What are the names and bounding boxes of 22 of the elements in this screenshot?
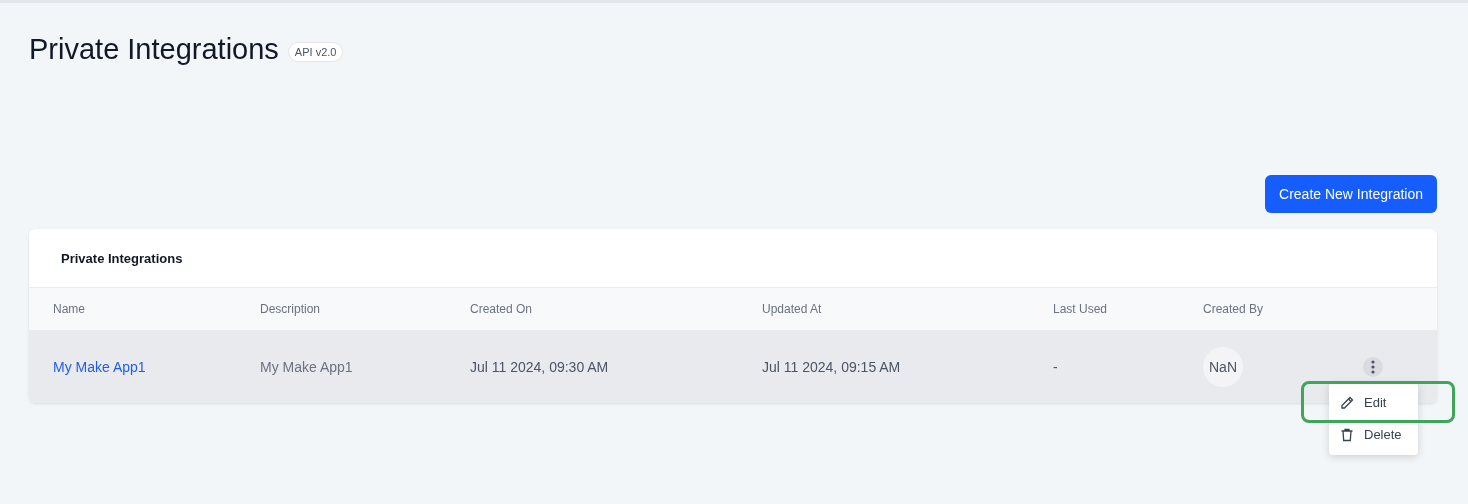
table-cell-text: Jul 11 2024, 09:30 AM [470, 358, 610, 375]
table-cell-text: My Make App1 [260, 358, 354, 375]
menu-item[interactable]: Edit [1329, 386, 1418, 419]
page-title: Private Integrations [29, 33, 279, 66]
column-header: Updated At [762, 302, 823, 316]
version-badge: API v2.0 [287, 41, 344, 62]
avatar: NaN [1203, 346, 1243, 387]
table-title: Private Integrations [61, 250, 183, 266]
menu-item[interactable]: Delete [1329, 418, 1418, 451]
column-header: Last Used [1053, 302, 1109, 316]
kebab-icon [1371, 359, 1375, 374]
table-cell-text: - [1053, 358, 1059, 375]
pencil-icon [1339, 394, 1355, 411]
more-options-button[interactable] [1363, 356, 1383, 377]
column-header: Description [260, 302, 322, 316]
integration-name-link[interactable]: My Make App1 [53, 358, 260, 375]
column-header: Created On [470, 302, 534, 316]
trash-icon [1339, 426, 1355, 443]
column-header: Created By [1203, 302, 1265, 316]
table-cell-text: Jul 11 2024, 09:15 AM [762, 358, 902, 375]
create-integration-button[interactable]: Create New Integration [1265, 175, 1437, 213]
column-header: Name [53, 302, 86, 316]
